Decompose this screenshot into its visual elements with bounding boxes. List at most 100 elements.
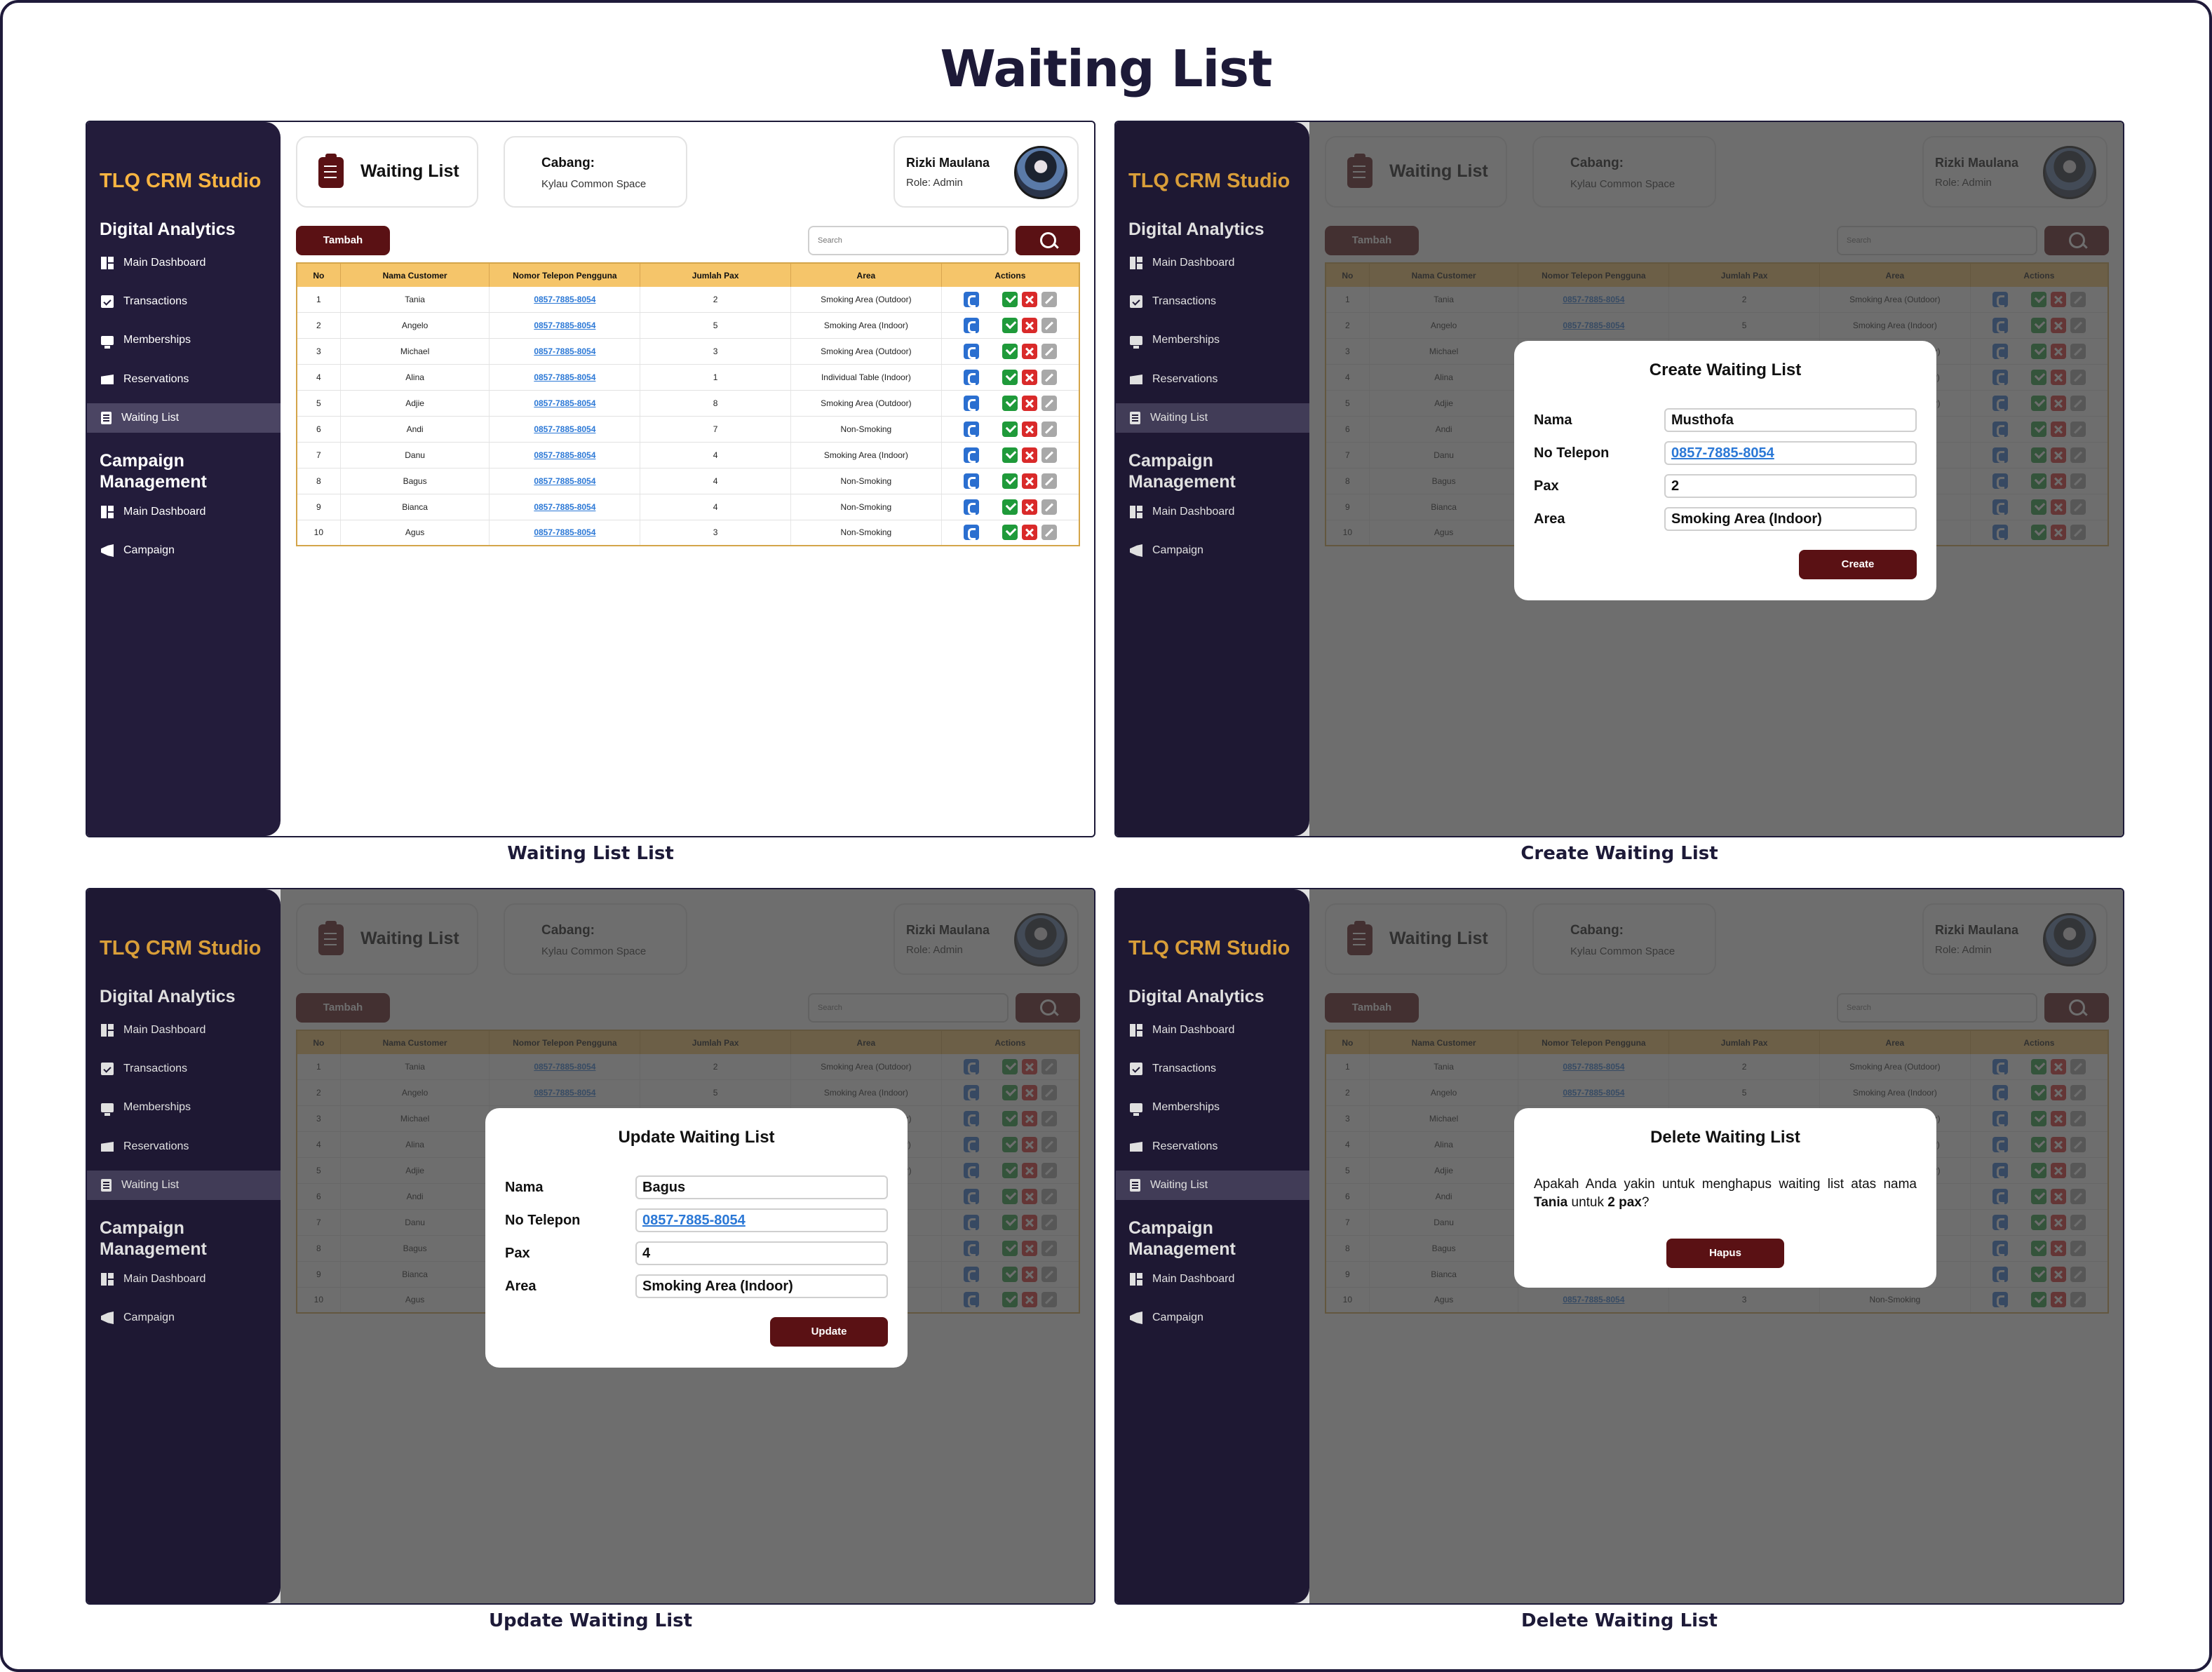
check-icon[interactable]	[1002, 396, 1018, 411]
cell-phone[interactable]: 0857-7885-8054	[489, 416, 641, 443]
sidebar-item-main-dashboard[interactable]: Main Dashboard	[87, 248, 281, 278]
hapus-button[interactable]: Hapus	[1666, 1239, 1784, 1268]
delete-icon[interactable]	[1021, 396, 1037, 411]
cell-actions	[941, 287, 1080, 314]
megaphone-icon	[101, 544, 114, 557]
cell-phone[interactable]: 0857-7885-8054	[489, 312, 641, 339]
check-icon[interactable]	[1002, 292, 1018, 308]
phone-field[interactable]: 0857-7885-8054	[635, 1208, 888, 1232]
sidebar: TLQ CRM Studio Digital Analytics Main Da…	[87, 122, 281, 836]
edit-icon[interactable]	[1041, 370, 1057, 386]
call-icon[interactable]	[963, 499, 979, 515]
pax-field[interactable]: 4	[635, 1241, 888, 1265]
form-row: No Telepon 0857-7885-8054	[1534, 441, 1917, 465]
user-card[interactable]: Rizki Maulana Role: Admin	[893, 136, 1079, 208]
edit-icon[interactable]	[1041, 318, 1057, 334]
call-icon[interactable]	[963, 370, 979, 386]
call-icon[interactable]	[963, 525, 979, 541]
edit-icon[interactable]	[1041, 396, 1057, 411]
create-button[interactable]: Create	[1799, 550, 1917, 579]
pax-field[interactable]: 2	[1664, 474, 1917, 498]
check-icon[interactable]	[1002, 473, 1018, 489]
check-icon[interactable]	[1002, 344, 1018, 360]
cell-phone[interactable]: 0857-7885-8054	[489, 494, 641, 520]
waiting-list-icon	[101, 412, 112, 424]
nama-field[interactable]: Bagus	[635, 1175, 888, 1199]
sidebar-item-memberships[interactable]: Memberships	[87, 325, 281, 355]
update-button[interactable]: Update	[770, 1317, 888, 1347]
sidebar-item-label: Campaign	[123, 544, 175, 556]
delete-icon[interactable]	[1021, 344, 1037, 360]
call-icon[interactable]	[963, 344, 979, 360]
delete-icon[interactable]	[1021, 473, 1037, 489]
field-label: Area	[505, 1279, 537, 1294]
cell-phone[interactable]: 0857-7885-8054	[489, 364, 641, 391]
edit-icon[interactable]	[1041, 473, 1057, 489]
page-title: Waiting List	[940, 39, 1273, 98]
confirm-text-start: Apakah Anda yakin untuk menghapus waitin…	[1534, 1177, 1917, 1192]
delete-icon[interactable]	[1021, 370, 1037, 386]
sidebar-item-reservations[interactable]: Reservations	[87, 365, 281, 394]
sidebar-item-campaign[interactable]: Campaign	[87, 536, 281, 565]
cell-area: Non-Smoking	[790, 468, 942, 494]
nama-field[interactable]: Musthofa	[1664, 408, 1917, 432]
edit-icon[interactable]	[1041, 499, 1057, 515]
sidebar-item-label: Waiting List	[121, 412, 180, 424]
sidebar-item-transactions[interactable]: Transactions	[87, 287, 281, 316]
check-icon[interactable]	[1002, 525, 1018, 541]
area-field[interactable]: Smoking Area (Indoor)	[635, 1274, 888, 1298]
sidebar-item-campaign-dashboard[interactable]: Main Dashboard	[87, 497, 281, 527]
call-icon[interactable]	[963, 292, 979, 308]
check-icon[interactable]	[1002, 499, 1018, 515]
search-button[interactable]	[1016, 226, 1080, 255]
check-icon[interactable]	[1002, 370, 1018, 386]
form-row: Nama Bagus	[505, 1175, 888, 1199]
delete-icon[interactable]	[1021, 499, 1037, 515]
table-header-row: NoNama CustomerNomor Telepon PenggunaJum…	[297, 263, 1080, 287]
edit-icon[interactable]	[1041, 344, 1057, 360]
search-input[interactable]	[808, 226, 1009, 255]
call-icon[interactable]	[963, 447, 979, 463]
delete-icon[interactable]	[1021, 292, 1037, 308]
cell-phone[interactable]: 0857-7885-8054	[489, 390, 641, 417]
delete-icon[interactable]	[1021, 447, 1037, 463]
check-icon[interactable]	[1002, 447, 1018, 463]
cell-phone[interactable]: 0857-7885-8054	[489, 287, 641, 314]
call-icon[interactable]	[963, 473, 979, 489]
avatar[interactable]	[1014, 146, 1067, 199]
field-label: Area	[1534, 511, 1565, 527]
cell-phone[interactable]: 0857-7885-8054	[489, 442, 641, 468]
modal-title: Delete Waiting List	[1650, 1128, 1800, 1147]
cell-actions	[941, 312, 1080, 339]
edit-icon[interactable]	[1041, 447, 1057, 463]
field-label: No Telepon	[505, 1213, 581, 1228]
cell-phone[interactable]: 0857-7885-8054	[489, 468, 641, 494]
edit-icon[interactable]	[1041, 525, 1057, 541]
call-icon[interactable]	[963, 318, 979, 334]
cell-pax: 5	[640, 312, 791, 339]
check-icon[interactable]	[1002, 421, 1018, 437]
add-button[interactable]: Tambah	[296, 226, 390, 255]
update-modal: Update Waiting List Nama Bagus No Telepon 08…	[485, 1108, 908, 1368]
sidebar-item-label: Main Dashboard	[123, 506, 206, 518]
table-row: 10Agus0857-7885-80543Non-Smoking	[297, 520, 1080, 546]
delete-icon[interactable]	[1021, 525, 1037, 541]
cell-phone[interactable]: 0857-7885-8054	[489, 338, 641, 365]
delete-icon[interactable]	[1021, 318, 1037, 334]
panel-caption: Create Waiting List	[1520, 843, 1718, 864]
user-name: Rizki Maulana	[906, 156, 990, 170]
edit-icon[interactable]	[1041, 421, 1057, 437]
call-icon[interactable]	[963, 421, 979, 437]
check-icon[interactable]	[1002, 318, 1018, 334]
call-icon[interactable]	[963, 396, 979, 411]
area-field[interactable]: Smoking Area (Indoor)	[1664, 507, 1917, 531]
sidebar-item-waiting-list[interactable]: Waiting List	[87, 403, 281, 433]
phone-field[interactable]: 0857-7885-8054	[1664, 441, 1917, 465]
table-row: 9Bianca0857-7885-80544Non-Smoking	[297, 494, 1080, 520]
edit-icon[interactable]	[1041, 292, 1057, 308]
delete-icon[interactable]	[1021, 421, 1037, 437]
cell-area: Smoking Area (Outdoor)	[790, 390, 942, 417]
cell-phone[interactable]: 0857-7885-8054	[489, 520, 641, 546]
cell-pax: 1	[640, 364, 791, 391]
cell-pax: 4	[640, 468, 791, 494]
